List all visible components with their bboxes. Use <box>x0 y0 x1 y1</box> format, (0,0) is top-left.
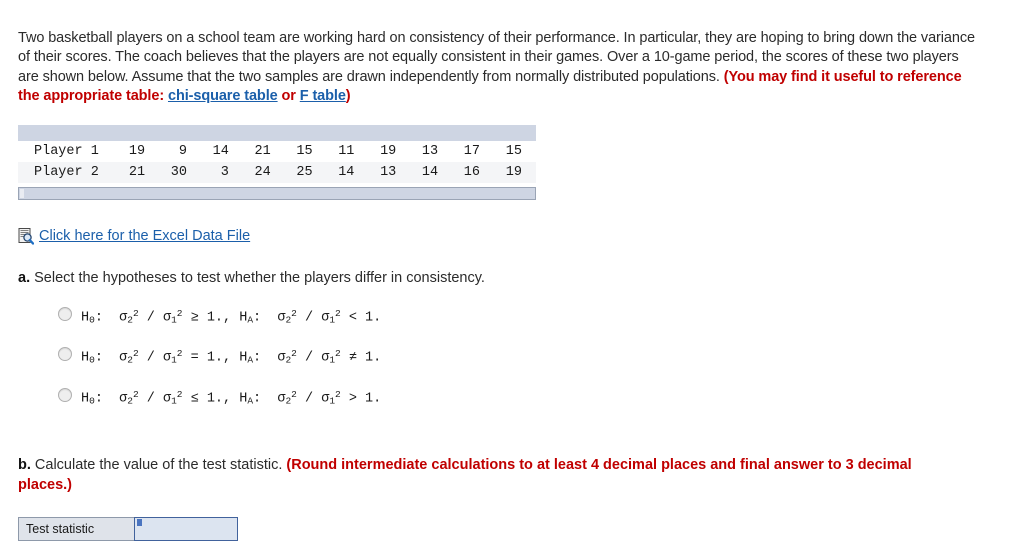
row-label: Player 1 <box>18 140 118 162</box>
f-table-link[interactable]: F table <box>300 88 346 104</box>
part-b-text: Calculate the value of the test statisti… <box>30 457 287 474</box>
part-b-marker: b. <box>18 457 31 474</box>
radio-button-option-1[interactable] <box>58 307 72 321</box>
score-cell: 16 <box>452 161 494 183</box>
question-intro: Two basketball players on a school team … <box>18 29 976 107</box>
horizontal-scrollbar[interactable] <box>18 186 536 200</box>
hypothesis-option-1[interactable]: H0: σ22 / σ12 ≥ 1., HA: σ22 / σ12 < 1. <box>58 302 1006 329</box>
test-statistic-answer-row: Test statistic <box>18 517 238 542</box>
score-cell: 9 <box>159 140 201 162</box>
test-statistic-input[interactable] <box>134 517 238 542</box>
score-cell: 13 <box>410 140 453 162</box>
score-cell: 14 <box>410 161 453 183</box>
part-b-prompt: b. Calculate the value of the test stati… <box>18 456 948 495</box>
hypothesis-text-1: H0: σ22 / σ12 ≥ 1., HA: σ22 / σ12 < 1. <box>81 308 382 326</box>
score-cell: 30 <box>159 161 201 183</box>
hypothesis-text-3: H0: σ22 / σ12 ≤ 1., HA: σ22 / σ12 > 1. <box>81 388 382 407</box>
row-label: Player 2 <box>18 161 118 183</box>
score-cell: 11 <box>326 140 369 162</box>
score-cell: 14 <box>200 140 243 162</box>
radio-button-option-3[interactable] <box>58 387 72 402</box>
part-a-prompt: a. Select the hypotheses to test whether… <box>18 269 948 289</box>
score-cell: 24 <box>242 161 285 183</box>
test-statistic-label: Test statistic <box>18 517 134 542</box>
score-cell: 15 <box>284 140 327 162</box>
hint-or-text: or <box>277 88 300 104</box>
excel-document-icon <box>18 227 34 245</box>
score-cell: 17 <box>452 140 494 162</box>
excel-data-file-link[interactable]: Click here for the Excel Data File <box>39 228 250 244</box>
excel-data-file-row: Click here for the Excel Data File <box>18 227 1006 245</box>
table-row: Player 2 21 30 3 24 25 14 13 14 16 19 <box>18 161 536 183</box>
score-cell: 3 <box>200 161 243 183</box>
hint-close-text: ) <box>345 88 351 104</box>
score-cell: 19 <box>368 140 411 162</box>
score-cell: 21 <box>117 161 160 183</box>
data-table-widget: Player 1 19 9 14 21 15 11 19 13 17 15 Pl… <box>18 124 536 200</box>
score-cell: 19 <box>493 161 536 183</box>
score-cell: 19 <box>117 140 160 162</box>
score-cell: 14 <box>326 161 369 183</box>
score-cell: 25 <box>284 161 327 183</box>
score-cell: 13 <box>368 161 411 183</box>
part-a-marker: a. <box>18 269 31 286</box>
scores-table: Player 1 19 9 14 21 15 11 19 13 17 15 Pl… <box>18 140 536 183</box>
score-cell: 15 <box>493 140 536 162</box>
data-table-header-bar <box>18 124 536 141</box>
hypothesis-option-2[interactable]: H0: σ22 / σ12 = 1., HA: σ22 / σ12 ≠ 1. <box>58 342 1006 369</box>
question-page: Two basketball players on a school team … <box>0 0 1024 542</box>
table-row: Player 1 19 9 14 21 15 11 19 13 17 15 <box>18 140 536 162</box>
chi-square-table-link[interactable]: chi-square table <box>168 88 278 104</box>
score-cell: 21 <box>242 140 285 162</box>
hypothesis-option-3[interactable]: H0: σ22 / σ12 ≤ 1., HA: σ22 / σ12 > 1. <box>58 383 1006 410</box>
radio-button-option-2[interactable] <box>58 347 72 362</box>
hypothesis-options: H0: σ22 / σ12 ≥ 1., HA: σ22 / σ12 < 1. H… <box>18 302 1006 410</box>
hypothesis-text-2: H0: σ22 / σ12 = 1., HA: σ22 / σ12 ≠ 1. <box>81 348 382 366</box>
part-a-text: Select the hypotheses to test whether th… <box>30 269 485 286</box>
